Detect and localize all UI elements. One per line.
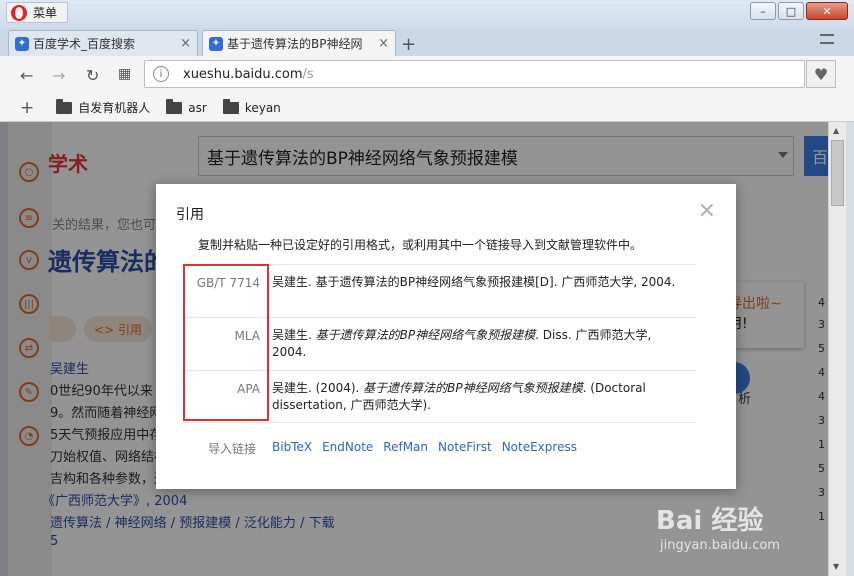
folder-icon [166,98,183,114]
bookmarks-bar: + 自发育机器人 asr keyan [0,94,854,122]
forward-icon[interactable]: → [52,66,65,85]
bookmark-folder[interactable]: keyan [222,98,281,115]
citation-pre: 吴建生. (2004). [272,381,364,395]
citation-pre: 吴建生. [272,328,316,342]
new-tab-button[interactable]: + [401,34,416,55]
refman-link[interactable]: RefMan [383,440,428,454]
citation-text[interactable]: 吴建生. (2004). 基于遗传算法的BP神经网络气象预报建模. (Docto… [272,380,682,414]
bookmark-label: keyan [244,100,281,115]
menu-label: 菜单 [33,6,58,20]
dialog-title: 引用 [176,207,204,223]
citation-title-italic: 基于遗传算法的BP神经网络气象预报建模 [315,328,536,342]
heart-icon[interactable]: ♥ [806,60,836,88]
globe-icon: i [153,66,169,82]
baidu-paw-icon: ✦ [209,36,223,51]
page-scrollbar[interactable]: ▲ ▼ [828,122,846,576]
bookmark-folder[interactable]: 自发育机器人 [56,98,151,116]
citation-text[interactable]: 吴建生. 基于遗传算法的BP神经网络气象预报建模[D]. 广西师范大学, 200… [272,274,682,291]
tab-close-icon[interactable]: × [378,36,389,51]
tab-title: 基于遗传算法的BP神经网 [227,37,363,51]
opera-logo-icon [11,4,27,21]
dialog-description: 复制并粘贴一种已设定好的引用格式，或利用其中一个链接导入到文献管理软件中。 [198,238,643,252]
scroll-down-icon[interactable]: ▼ [833,562,839,571]
tab-xueshu-result[interactable]: ✦ 基于遗传算法的BP神经网 × [202,30,396,56]
highlight-box [183,264,269,421]
folder-icon [222,98,239,114]
url-host: xueshu.baidu.com [183,66,303,82]
bibtex-link[interactable]: BibTeX [272,440,312,454]
address-bar: ← → ↻ ▦ i xueshu.baidu.com/s ♥ [0,56,854,94]
import-label: 导入链接 [208,442,257,456]
url-path: /s [302,66,314,82]
tab-title: 百度学术_百度搜索 [33,37,136,51]
endnote-link[interactable]: EndNote [322,440,373,454]
bookmark-folder[interactable]: asr [166,98,207,115]
close-icon[interactable]: × [698,200,716,222]
tab-baidu-search[interactable]: ✦ 百度学术_百度搜索 × [8,30,198,56]
notefirst-link[interactable]: NoteFirst [438,440,492,454]
folder-icon [56,98,73,114]
watermark-url: jingyan.baidu.com [660,538,780,553]
citation-pre: 吴建生. 基于遗传算法的BP神经网络气象预报建模[D]. 广西师范大学, 200… [272,275,676,289]
watermark-logo: Bai 经验 [656,506,764,536]
close-window-button[interactable]: ✕ [806,2,848,20]
import-links: BibTeX EndNote RefMan NoteFirst NoteExpr… [272,440,577,454]
back-icon[interactable]: ← [20,66,33,85]
citation-title-italic: 基于遗传算法的BP神经网络气象预报建模 [363,381,583,395]
tab-close-icon[interactable]: × [180,36,191,51]
scroll-thumb[interactable] [831,140,844,206]
speed-dial-icon[interactable]: ▦ [118,66,131,82]
citation-text[interactable]: 吴建生. 基于遗传算法的BP神经网络气象预报建模. Diss. 广西师范大学, … [272,327,682,361]
bookmark-label: asr [188,100,207,115]
add-bookmark-icon[interactable]: + [20,98,34,118]
maximize-button[interactable]: □ [778,2,804,20]
tab-bar: ✦ 百度学术_百度搜索 × ✦ 基于遗传算法的BP神经网 × [0,28,854,56]
opera-menu-button[interactable]: 菜单 [6,2,68,23]
bookmark-label: 自发育机器人 [78,101,151,115]
scroll-up-icon[interactable]: ▲ [833,126,839,135]
tab-menu-icon[interactable] [820,34,834,44]
baidu-paw-icon: ✦ [15,36,29,51]
title-bar: 菜单 – □ ✕ [0,0,854,28]
minimize-button[interactable]: – [750,2,776,20]
noteexpress-link[interactable]: NoteExpress [502,440,577,454]
url-input[interactable]: i xueshu.baidu.com/s [144,60,805,88]
reload-icon[interactable]: ↻ [86,66,99,85]
